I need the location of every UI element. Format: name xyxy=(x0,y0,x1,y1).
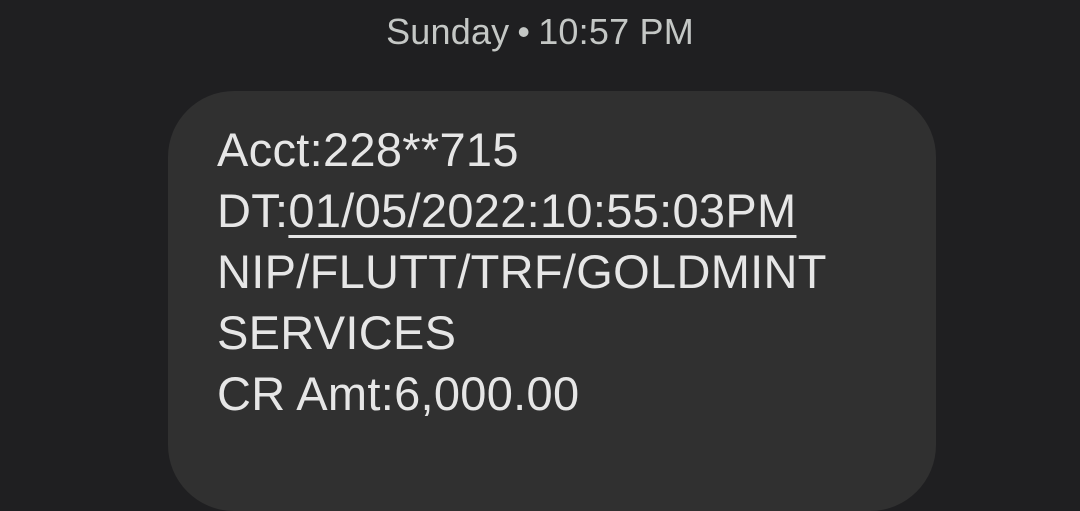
timestamp-day: Sunday xyxy=(386,11,510,52)
message-date-line: DT:01/05/2022:10:55:03PM xyxy=(217,180,896,241)
message-amount-line: CR Amt:6,000.00 xyxy=(217,367,580,420)
incoming-message-bubble[interactable]: Acct:228**715 DT:01/05/2022:10:55:03PM N… xyxy=(168,91,936,511)
message-date-prefix: DT: xyxy=(217,184,289,237)
timestamp-time: 10:57 PM xyxy=(538,11,694,52)
message-description-line: NIP/FLUTT/TRF/GOLDMINT xyxy=(217,245,827,298)
message-description-line-2: SERVICES xyxy=(217,306,457,359)
message-timestamp: Sunday • 10:57 PM xyxy=(0,10,1080,54)
timestamp-separator: • xyxy=(517,11,531,52)
message-account-line: Acct:228**715 xyxy=(217,123,519,176)
message-date-link[interactable]: 01/05/2022:10:55:03PM xyxy=(288,184,796,237)
